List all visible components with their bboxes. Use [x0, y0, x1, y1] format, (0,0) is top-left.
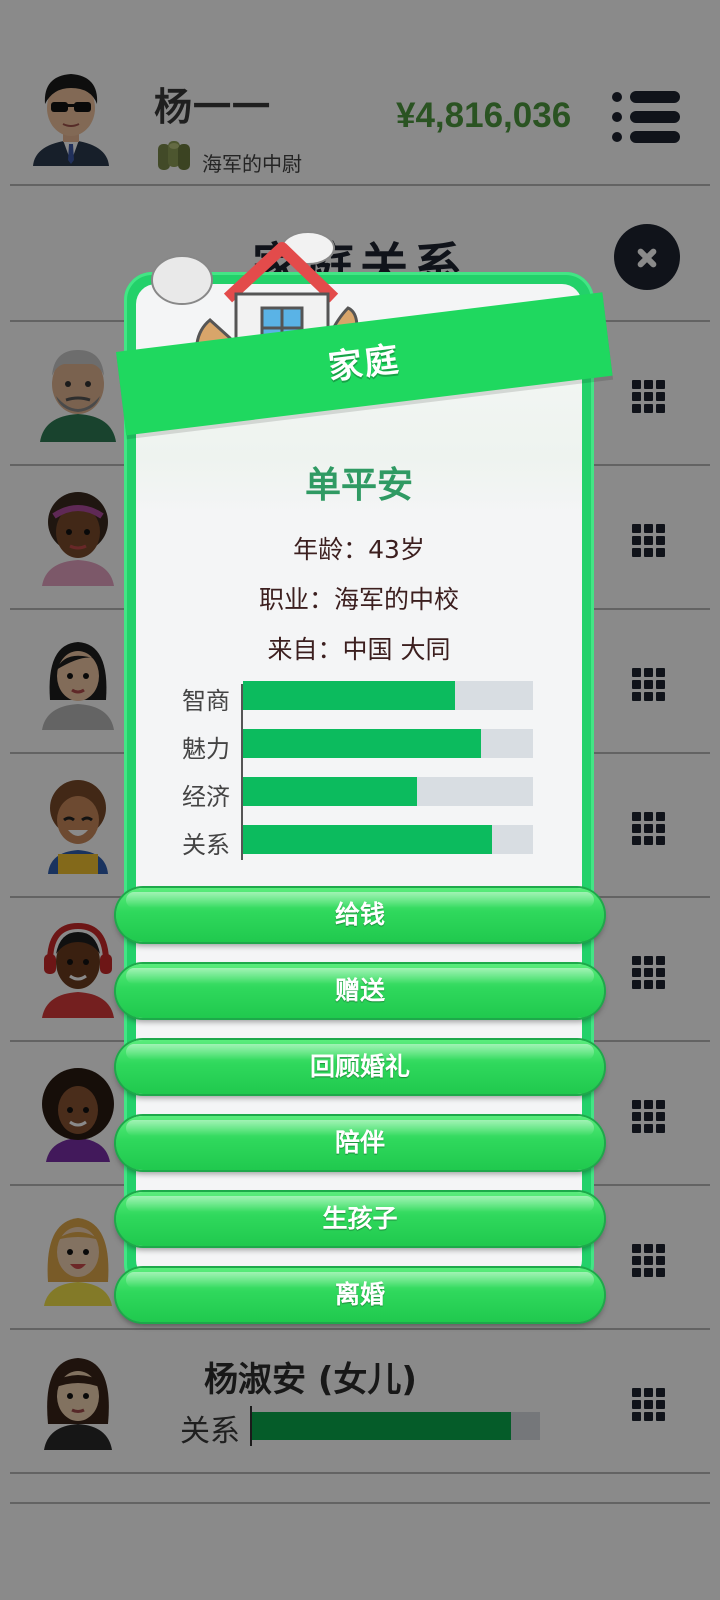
stat-bar-charm: [243, 729, 533, 758]
button-label: 回顾婚礼: [309, 1052, 410, 1081]
stat-label-iq: 智商: [182, 687, 230, 715]
have-child-button[interactable]: 生孩子: [116, 1192, 604, 1246]
stat-label-charm: 魅力: [182, 735, 230, 763]
person-age: 年龄：43岁: [293, 535, 425, 564]
button-label: 赠送: [334, 976, 385, 1005]
button-label: 生孩子: [322, 1204, 398, 1233]
button-label: 离婚: [334, 1280, 385, 1309]
person-name: 单平安: [304, 465, 413, 506]
stat-bar-fill: [243, 825, 493, 854]
stat-bar-fill: [243, 681, 455, 710]
stat-label-relation: 关系: [182, 831, 230, 859]
divorce-button[interactable]: 离婚: [116, 1268, 604, 1322]
stat-bar-relation: [243, 825, 533, 854]
stat-bar-fill: [243, 729, 481, 758]
stat-bar-fill: [243, 777, 417, 806]
person-job: 职业：海军的中校: [258, 585, 459, 614]
button-label: 陪伴: [334, 1128, 385, 1157]
review-wedding-button[interactable]: 回顾婚礼: [116, 1040, 604, 1094]
stat-axis: [241, 684, 243, 860]
give-gift-button[interactable]: 赠送: [116, 964, 604, 1018]
stat-bar-economy: [243, 777, 533, 806]
stat-label-economy: 经济: [182, 783, 230, 811]
accompany-button[interactable]: 陪伴: [116, 1116, 604, 1170]
person-origin: 来自：中国 大同: [267, 635, 451, 664]
give-money-button[interactable]: 给钱: [116, 888, 604, 942]
stat-bar-iq: [243, 681, 533, 710]
button-label: 给钱: [334, 900, 385, 929]
